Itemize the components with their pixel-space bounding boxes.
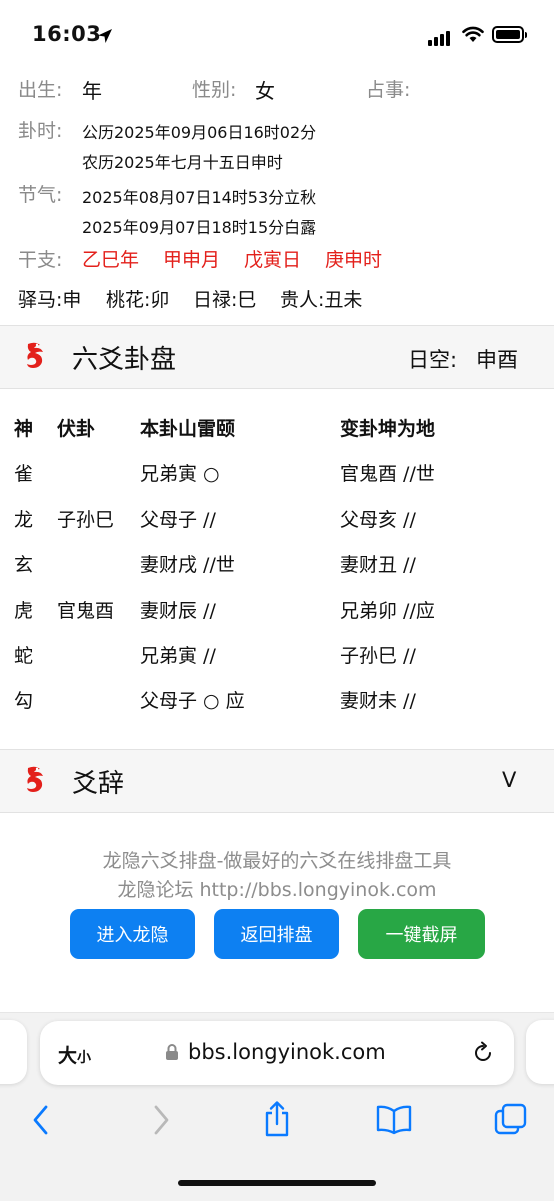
bengua-cell: 兄弟寅 // [140,645,216,667]
fugua-cell: 子孙巳 [57,509,115,531]
col-header-bengua: 本卦山雷颐 [140,418,236,440]
col-header-biangua: 变卦坤为地 [340,418,436,440]
forward-icon[interactable] [150,1104,172,1136]
previous-tab-preview[interactable] [0,1020,27,1084]
star-rilu: 日禄:巳 [193,289,257,311]
pan-header: 六爻卦盘 日空: 申酉 [0,325,554,389]
footer-forum-link: 龙隐论坛 http://bbs.longyinok.com [117,879,437,901]
address-bar[interactable]: 大小 bbs.longyinok.com [40,1021,514,1085]
star-guiren: 贵人:丑未 [280,289,363,311]
biangua-cell: 父母亥 // [340,509,416,531]
pan-title: 六爻卦盘 [72,345,177,375]
biangua-cell: 妻财未 // [340,690,416,712]
screenshot-button[interactable]: 一键截屏 [358,909,485,959]
matter-label: 占事: [366,79,411,101]
status-time: 16:03 [32,22,102,46]
next-tab-preview[interactable] [526,1020,554,1084]
bengua-cell: 妻财辰 // [140,600,216,622]
shen-cell: 勾 [14,690,34,712]
yaoci-expand-toggle[interactable]: V [502,768,516,792]
back-to-pan-button[interactable]: 返回排盘 [214,909,339,959]
text-size-button[interactable]: 大小 [58,1041,91,1068]
biangua-cell: 子孙巳 // [340,645,416,667]
text-size-small: 小 [77,1050,92,1066]
shen-cell: 雀 [14,463,34,485]
shen-cell: 虎 [14,600,34,622]
ganzhi-year: 乙巳年 [82,249,140,271]
bengua-cell: 妻财戌 //世 [140,554,235,576]
col-header-shen: 神 [14,418,34,440]
gender-label: 性别: [192,79,237,101]
gua-time-lunar: 农历2025年七月十五日申时 [82,153,283,172]
reload-icon[interactable] [471,1041,495,1065]
tabs-icon[interactable] [494,1103,528,1137]
kong-value: 申酉 [476,348,518,372]
solar-term-1: 2025年08月07日14时53分立秋 [82,188,317,207]
birth-value: 年 [82,79,102,103]
lock-icon [166,1044,178,1060]
home-indicator [178,1180,376,1186]
fugua-cell: 官鬼酉 [57,600,115,622]
dragon-logo-icon [27,342,43,368]
yaoci-title: 爻辞 [72,769,125,799]
shen-cell: 玄 [14,554,34,576]
bengua-cell: 兄弟寅 ○ [140,463,220,485]
yaoci-toggle-bar[interactable]: 爻辞 V [0,749,554,813]
battery-icon [492,26,527,43]
shen-cell: 龙 [14,509,34,531]
bengua-cell: 父母子 ○ 应 [140,690,245,712]
ganzhi-day: 戊寅日 [244,249,302,271]
col-header-fugua: 伏卦 [57,418,96,440]
text-size-big: 大 [58,1045,78,1067]
share-icon[interactable] [262,1100,292,1138]
ganzhi-label: 干支: [18,249,63,271]
ganzhi-hour: 庚申时 [325,249,383,271]
gender-value: 女 [255,79,275,103]
shen-cell: 蛇 [14,645,34,667]
cellular-signal-icon [428,27,452,46]
star-taohua: 桃花:卯 [106,289,170,311]
ganzhi-month: 甲申月 [163,249,221,271]
location-arrow-icon [98,29,112,43]
status-bar: 16:03 [0,0,554,70]
gua-time-solar: 公历2025年09月06日16时02分 [82,123,317,142]
solar-term-label: 节气: [18,184,63,206]
footer-slogan: 龙隐六爻排盘-做最好的六爻在线排盘工具 [102,850,452,872]
biangua-cell: 妻财丑 // [340,554,416,576]
biangua-cell: 兄弟卯 //应 [340,600,435,622]
solar-term-2: 2025年09月07日18时15分白露 [82,218,317,237]
dragon-logo-icon [27,766,43,792]
back-icon[interactable] [30,1104,52,1136]
bookmarks-icon[interactable] [375,1105,413,1135]
url-text[interactable]: bbs.longyinok.com [188,1040,386,1064]
wifi-icon [462,26,484,42]
biangua-cell: 官鬼酉 //世 [340,463,435,485]
birth-label: 出生: [18,79,63,101]
kong-label: 日空: [408,348,458,372]
enter-longyin-button[interactable]: 进入龙隐 [70,909,195,959]
bengua-cell: 父母子 // [140,509,216,531]
gua-time-label: 卦时: [18,120,63,142]
star-yima: 驿马:申 [18,289,82,311]
